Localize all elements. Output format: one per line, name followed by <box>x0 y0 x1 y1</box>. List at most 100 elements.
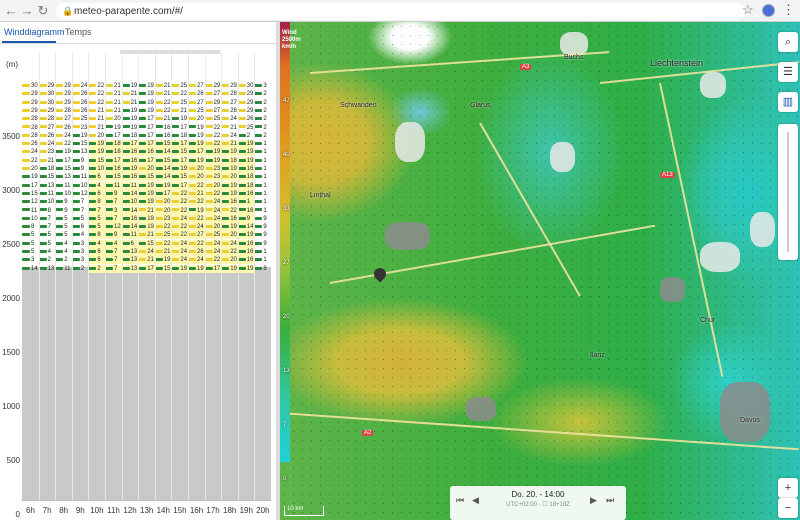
profile-avatar[interactable] <box>762 4 775 17</box>
wind-arrow-icon <box>237 258 246 262</box>
wind-speed: 19 <box>130 166 138 172</box>
wind-cell: 14 <box>237 223 255 232</box>
wind-arrow-icon <box>138 225 147 229</box>
wind-arrow-icon <box>22 117 30 121</box>
scroll-thumb[interactable] <box>120 50 220 54</box>
wind-speed: 10 <box>80 182 88 189</box>
settings-button[interactable]: ☰ <box>778 62 798 82</box>
wind-speed: 19 <box>80 132 88 139</box>
more-menu-icon[interactable]: ⋮ <box>782 2 795 18</box>
altitude-slider[interactable] <box>778 124 798 260</box>
wind-speed: 14 <box>130 207 138 214</box>
wind-speed: 5 <box>64 232 68 239</box>
wind-speed: 20 <box>114 116 121 123</box>
wind-speed: 22 <box>230 207 237 214</box>
time-control: ⏮ ◀ Do. 20. - 14:00 UTC+02:00 · ☐ 18+18Z… <box>450 486 626 520</box>
wind-cell: 5 <box>22 248 39 256</box>
back-icon[interactable]: ← <box>4 3 18 19</box>
grid-line <box>154 52 156 516</box>
chart-button[interactable]: ▥ <box>778 92 798 112</box>
step-forward-icon[interactable]: ▶ <box>590 495 597 506</box>
wind-speed: 4 <box>80 232 85 239</box>
hour-label: 18h <box>223 506 237 515</box>
wind-arrow-icon <box>38 92 47 96</box>
wind-arrow-icon <box>154 158 163 162</box>
wind-diagram-panel: Winddiagramm Temps (m) 3500 3000 2500 2000 1… <box>0 22 276 520</box>
wind-cell: 17 <box>121 140 139 149</box>
zoom-in-button[interactable]: + <box>778 478 798 498</box>
wind-cell: 10 <box>55 190 72 198</box>
wind-cell: 18 <box>221 156 238 165</box>
wind-cell: 7 <box>38 223 56 231</box>
wind-arrow-icon <box>171 191 180 195</box>
wind-arrow-icon <box>88 125 97 129</box>
wind-arrow-icon <box>71 225 80 229</box>
wind-arrow-icon <box>38 225 47 229</box>
wind-arrow-icon <box>38 200 47 204</box>
snow-area <box>395 122 425 162</box>
wind-cell: 19 <box>237 140 255 149</box>
wind-cell: 22 <box>221 248 238 256</box>
wind-cell: 9 <box>237 214 255 223</box>
wind-cell: 21 <box>88 115 105 123</box>
wind-speed: 17 <box>114 132 121 139</box>
wind-arrow-icon <box>188 208 196 212</box>
wind-arrow-icon <box>138 83 147 87</box>
wind-cell: 26 <box>188 248 205 256</box>
wind-cell: 19 <box>71 132 89 140</box>
wind-arrow-icon <box>237 183 246 187</box>
wind-speed: 22 <box>197 240 204 247</box>
wind-cell: 22 <box>88 82 105 90</box>
wind-arrow-icon <box>154 266 163 270</box>
wind-arrow-icon <box>204 92 213 96</box>
wind-speed: 24 <box>80 83 88 89</box>
wind-speed: 16 <box>130 174 138 181</box>
wind-cell: 24 <box>138 248 155 256</box>
slider-track[interactable] <box>787 132 789 252</box>
wind-speed: 1 <box>246 199 251 206</box>
address-bar[interactable]: 🔒 meteo-parapente.com/#/ <box>56 3 746 20</box>
wind-cell: 29 <box>55 82 72 90</box>
wind-arrow-icon <box>38 175 47 179</box>
wind-cell: 7 <box>105 198 122 207</box>
wind-arrow-icon <box>171 241 180 245</box>
wind-cell: 19 <box>138 223 155 232</box>
wind-cell: 26 <box>237 115 255 123</box>
wind-cell: 20 <box>22 165 39 173</box>
bookmark-star-icon[interactable]: ☆ <box>742 2 754 18</box>
forward-icon[interactable]: → <box>20 3 34 19</box>
wind-arrow-icon <box>171 83 180 87</box>
zoom-out-button[interactable]: − <box>778 498 798 518</box>
wind-speed: 19 <box>31 174 38 181</box>
wind-arrow-icon <box>138 183 147 187</box>
reload-icon[interactable]: ↻ <box>36 3 50 19</box>
wind-arrow-icon <box>55 166 64 170</box>
wind-row: 29 30 29 26 22 21 21 19 22 25 27 29 27 29 2 <box>22 99 271 107</box>
wind-speed: 9 <box>263 224 267 231</box>
wind-arrow-icon <box>88 225 97 229</box>
wind-map[interactable]: Buchs Liechtenstein Schwanden Glarus Lin… <box>280 22 800 520</box>
wind-cell: 6 <box>121 239 139 248</box>
search-button[interactable]: ⌕ <box>778 32 798 52</box>
wind-cell: 17 <box>171 124 188 132</box>
wind-arrow-icon <box>55 208 64 212</box>
hour-label: 16h <box>189 506 204 515</box>
wind-cell: 27 <box>55 115 72 123</box>
wind-speed: 5 <box>31 240 35 247</box>
y-tick-label: 1500 <box>2 348 20 357</box>
wind-speed: 17 <box>180 124 188 131</box>
wind-arrow-icon <box>121 108 130 112</box>
wind-cell: 11 <box>22 207 39 215</box>
wind-speed: 28 <box>31 124 38 131</box>
skip-end-icon[interactable]: ⏭ <box>606 495 614 506</box>
wind-cell: 26 <box>71 99 89 107</box>
wind-arrow-icon <box>55 200 64 204</box>
wind-cell: 26 <box>55 124 72 132</box>
tab-temps[interactable]: Temps <box>65 27 92 37</box>
wind-cell: 19 <box>88 148 105 157</box>
wind-cell: 24 <box>171 248 188 256</box>
wind-arrow-icon <box>38 241 47 245</box>
wind-speed: 3 <box>263 83 267 89</box>
tab-winddiagramm[interactable]: Winddiagramm <box>4 27 65 37</box>
wind-arrow-icon <box>171 108 180 112</box>
